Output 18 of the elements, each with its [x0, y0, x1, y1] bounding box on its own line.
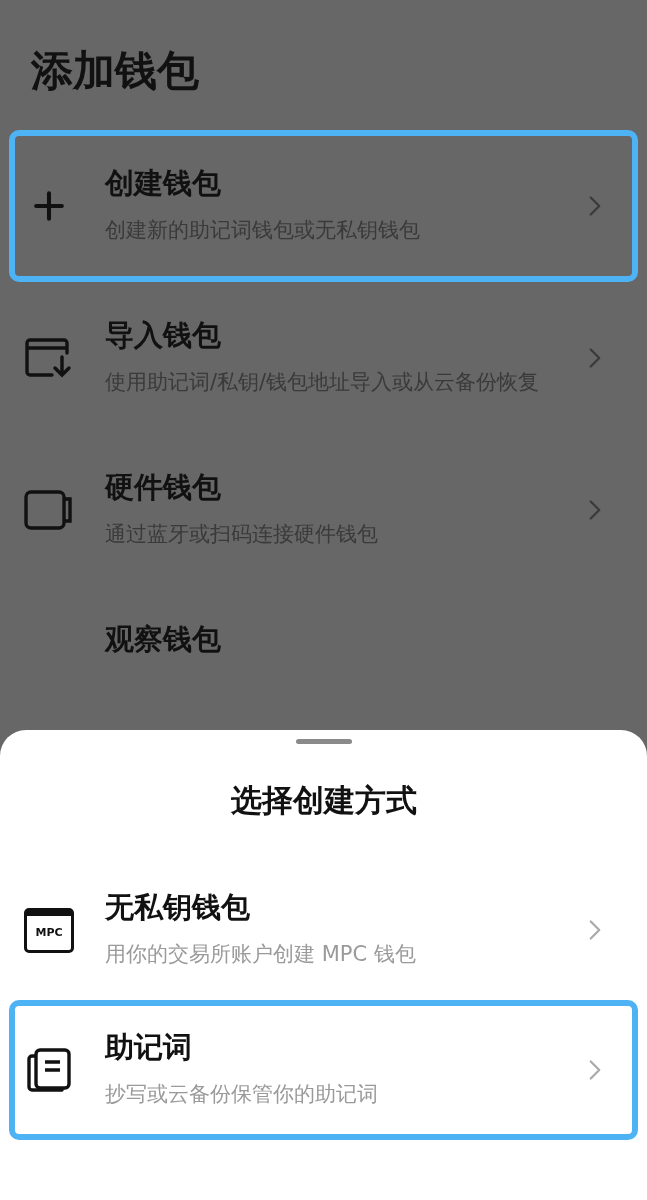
item-title: 硬件钱包 — [105, 469, 222, 506]
import-icon — [24, 337, 74, 379]
drag-handle[interactable] — [295, 739, 352, 744]
item-title: 创建钱包 — [105, 165, 222, 202]
item-title: 导入钱包 — [105, 317, 222, 354]
hardware-device-icon — [24, 490, 74, 530]
notebook-icon — [26, 1047, 72, 1093]
item-description: 用你的交易所账户创建 MPC 钱包 — [105, 941, 417, 968]
list-item[interactable]: 观察钱包 — [9, 586, 638, 692]
item-title: 观察钱包 — [105, 621, 222, 658]
sheet-title: 选择创建方式 — [229, 781, 418, 820]
item-description: 抄写或云备份保管你的助记词 — [105, 1081, 379, 1108]
item-title: 助记词 — [105, 1029, 193, 1066]
list-item[interactable]: MPC 无私钥钱包 用你的交易所账户创建 MPC 钱包 — [9, 860, 638, 1000]
page-title: 添加钱包 — [31, 45, 200, 97]
mpc-card-icon: MPC — [24, 907, 74, 953]
item-title: 无私钥钱包 — [105, 889, 251, 926]
list-item[interactable]: 助记词 抄写或云备份保管你的助记词 — [9, 1000, 638, 1140]
